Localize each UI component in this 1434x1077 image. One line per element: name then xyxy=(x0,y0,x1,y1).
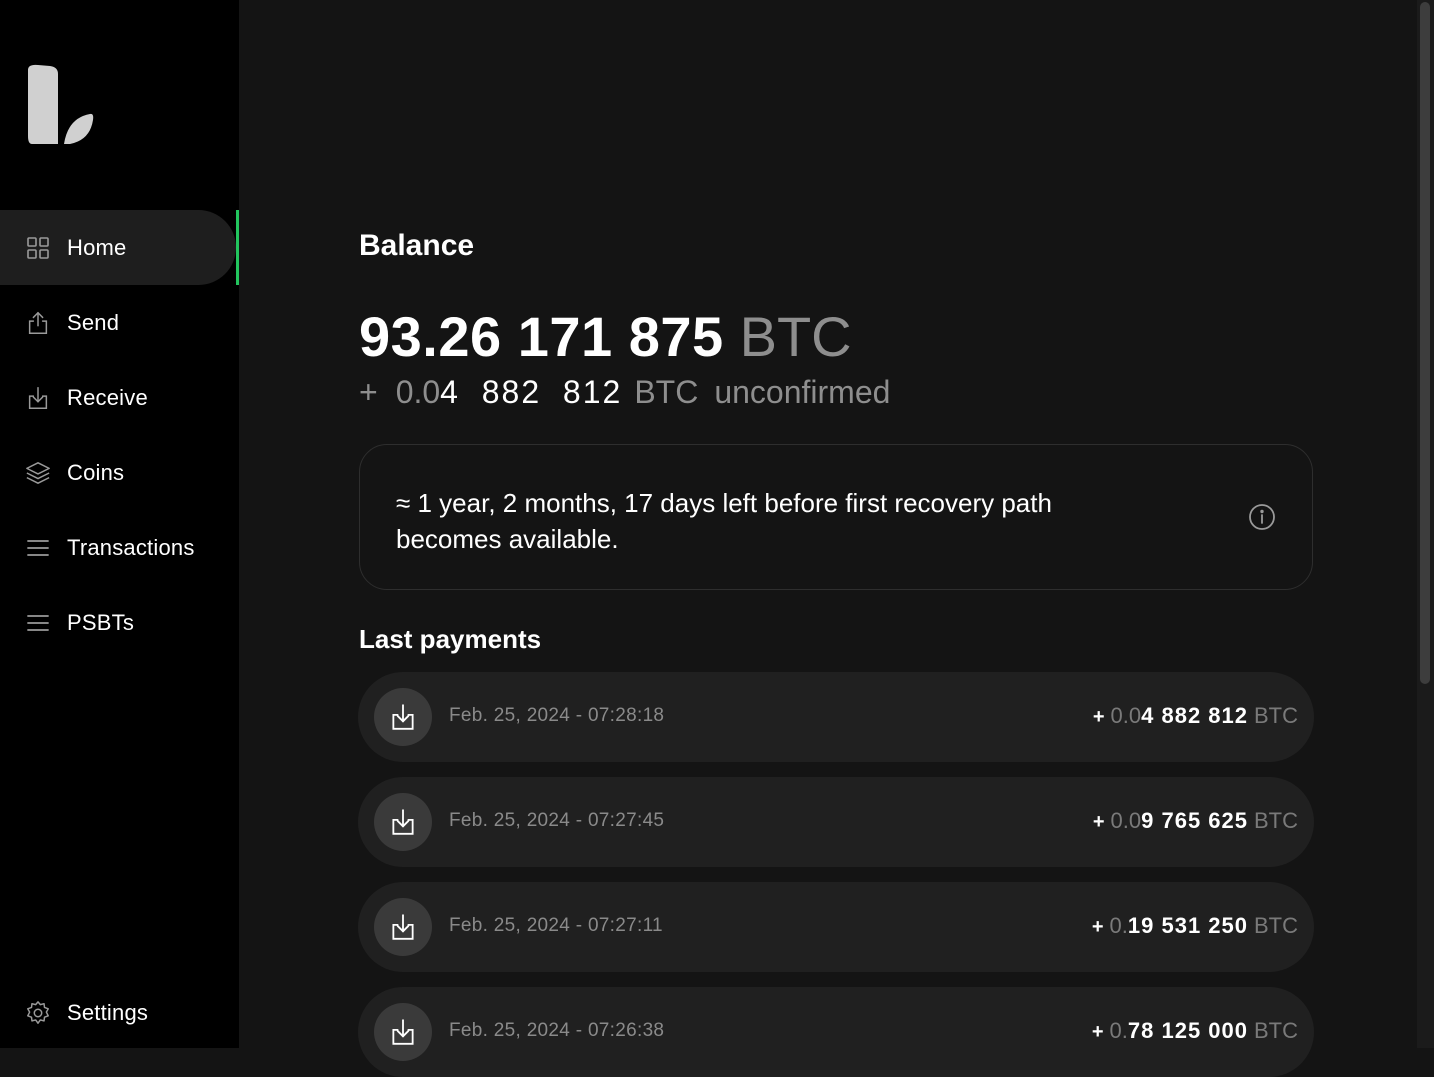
payment-row[interactable]: Feb. 25, 2024 - 07:26:38 + 0. 78 125 000… xyxy=(358,987,1314,1077)
layers-icon xyxy=(25,460,51,486)
payment-amount: + 0. 78 125 000 BTC xyxy=(1092,1018,1298,1044)
sidebar-item-receive[interactable]: Receive xyxy=(0,360,236,435)
unconfirmed-unit: BTC xyxy=(634,374,699,410)
recovery-notice: ≈ 1 year, 2 months, 17 days left before … xyxy=(359,444,1313,590)
sidebar-item-label: Send xyxy=(67,309,120,335)
sidebar-item-send[interactable]: Send xyxy=(0,285,236,360)
payment-value: 78 125 000 xyxy=(1127,1018,1248,1043)
receive-icon xyxy=(374,898,432,956)
app-logo xyxy=(24,62,96,148)
payment-date: Feb. 25, 2024 - 07:28:18 xyxy=(449,705,665,726)
receive-icon xyxy=(374,688,432,746)
payment-amount: + 0.0 4 882 812 BTC xyxy=(1093,703,1298,729)
payment-prefix: 0. xyxy=(1109,913,1128,938)
receive-icon xyxy=(25,385,51,411)
sidebar-item-label: PSBTs xyxy=(67,609,135,635)
payment-date: Feb. 25, 2024 - 07:26:38 xyxy=(449,1020,665,1041)
info-icon[interactable] xyxy=(1248,503,1276,531)
sidebar-item-home[interactable]: Home xyxy=(0,210,236,285)
payment-prefix: 0.0 xyxy=(1110,808,1142,833)
payment-row[interactable]: Feb. 25, 2024 - 07:27:11 + 0. 19 531 250… xyxy=(358,882,1314,972)
sidebar-item-settings[interactable]: Settings xyxy=(0,975,236,1050)
payment-amount: + 0.0 9 765 625 BTC xyxy=(1093,808,1298,834)
balance-amount: 93.26 171 875 BTC xyxy=(359,304,852,369)
gear-icon xyxy=(25,1000,51,1026)
sidebar-item-label: Home xyxy=(67,234,127,260)
payment-value: 9 765 625 xyxy=(1141,808,1248,833)
payment-sign: + xyxy=(1092,706,1105,728)
unconfirmed-value: 4 882 812 xyxy=(440,374,623,410)
main-content: Balance 93.26 171 875 BTC + 0.0 4 882 81… xyxy=(239,0,1417,1077)
payment-date: Feb. 25, 2024 - 07:27:11 xyxy=(449,915,663,936)
sidebar: Home Send Receive Coins Transactions PSB… xyxy=(0,0,239,1048)
payment-value: 4 882 812 xyxy=(1141,703,1248,728)
balance-unit: BTC xyxy=(739,305,852,368)
payment-unit: BTC xyxy=(1254,703,1298,728)
list-icon xyxy=(25,610,51,636)
sidebar-item-label: Receive xyxy=(67,384,148,410)
recovery-notice-line1: ≈ 1 year, 2 months, 17 days left before … xyxy=(396,488,1052,518)
payment-unit: BTC xyxy=(1254,808,1298,833)
payment-amount: + 0. 19 531 250 BTC xyxy=(1092,913,1298,939)
sidebar-item-coins[interactable]: Coins xyxy=(0,435,236,510)
recovery-notice-line2: becomes available. xyxy=(396,524,619,554)
list-icon xyxy=(25,535,51,561)
unconfirmed-balance: + 0.0 4 882 812 BTC unconfirmed xyxy=(359,374,890,411)
payment-date: Feb. 25, 2024 - 07:27:45 xyxy=(449,810,665,831)
sidebar-item-label: Coins xyxy=(67,459,125,485)
recovery-notice-text: ≈ 1 year, 2 months, 17 days left before … xyxy=(396,485,1136,557)
payment-unit: BTC xyxy=(1254,1018,1298,1043)
payment-prefix: 0. xyxy=(1109,1018,1128,1043)
unconfirmed-prefix: 0.0 xyxy=(395,374,441,410)
payment-sign: + xyxy=(1091,1021,1104,1043)
balance-heading: Balance xyxy=(359,229,475,262)
payment-value: 19 531 250 xyxy=(1127,913,1248,938)
send-icon xyxy=(25,310,51,336)
vertical-scrollbar[interactable] xyxy=(1417,0,1434,1048)
payment-row[interactable]: Feb. 25, 2024 - 07:28:18 + 0.0 4 882 812… xyxy=(358,672,1314,762)
receive-icon xyxy=(374,793,432,851)
unconfirmed-label: unconfirmed xyxy=(714,374,891,410)
sidebar-item-transactions[interactable]: Transactions xyxy=(0,510,236,585)
balance-value: 93.26 171 875 xyxy=(359,305,724,368)
sidebar-item-label: Transactions xyxy=(67,534,195,560)
payment-sign: + xyxy=(1091,916,1104,938)
grid-icon xyxy=(25,235,51,261)
payment-unit: BTC xyxy=(1254,913,1298,938)
last-payments-heading: Last payments xyxy=(359,624,542,654)
payment-row[interactable]: Feb. 25, 2024 - 07:27:45 + 0.0 9 765 625… xyxy=(358,777,1314,867)
payment-sign: + xyxy=(1092,811,1105,833)
sidebar-item-psbts[interactable]: PSBTs xyxy=(0,585,236,660)
unconfirmed-sign: + xyxy=(359,374,378,410)
scrollbar-thumb[interactable] xyxy=(1420,2,1430,684)
payment-prefix: 0.0 xyxy=(1110,703,1142,728)
sidebar-item-label: Settings xyxy=(67,999,149,1025)
receive-icon xyxy=(374,1003,432,1061)
